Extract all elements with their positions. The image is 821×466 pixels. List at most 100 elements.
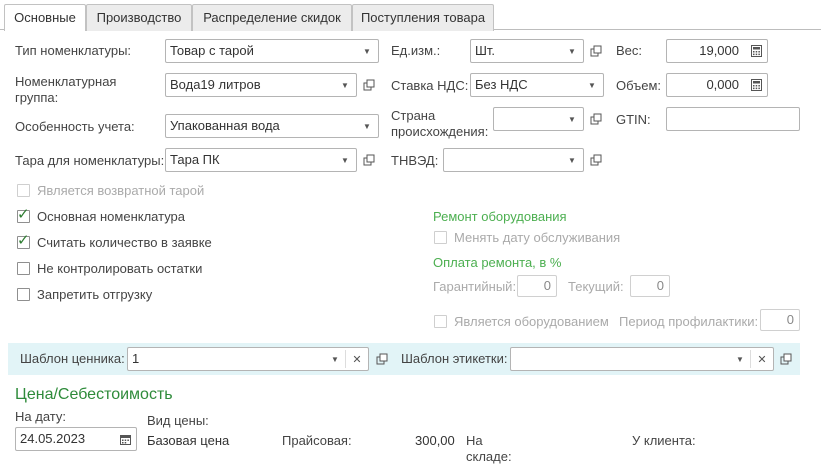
warranty-value: 0 [543,278,551,293]
chevron-down-icon[interactable]: ▼ [334,149,356,171]
price-list-value: 300,00 [415,433,455,448]
prophylaxis-value: 0 [786,312,794,327]
chevron-down-icon[interactable]: ▼ [561,40,583,62]
in-stock-label-line2: складе: [466,449,512,464]
open-icon[interactable] [776,347,796,371]
price-type-label: Вид цены: [147,413,209,428]
label-template-label: Шаблон этикетки: [401,351,508,366]
unit-select[interactable]: Шт. ▼ [470,39,584,63]
volume-label: Объем: [616,78,662,93]
current-field[interactable]: 0 [630,275,670,297]
tab-receipts[interactable]: Поступления товара [352,4,494,31]
accounting-feature-select[interactable]: Упакованная вода ▼ [165,114,379,138]
chevron-down-icon[interactable]: ▼ [334,74,356,96]
open-icon[interactable] [586,148,606,172]
tare-select[interactable]: Тара ПК ▼ [165,148,357,172]
date-field[interactable]: 24.05.2023 [15,427,137,451]
nomenclature-group-label-line1: Номенклатурная [15,74,117,89]
prophylaxis-field[interactable]: 0 [760,309,800,331]
accounting-feature-value: Упакованная вода [170,118,280,133]
price-heading: Цена/Себестоимость [15,386,173,403]
price-list-label: Прайсовая: [282,433,352,448]
tnved-select[interactable]: ▼ [443,148,584,172]
change-service-date-checkbox[interactable] [434,231,447,244]
nomenclature-type-label: Тип номенклатуры: [15,43,132,58]
client-label: У клиента: [632,433,696,448]
repair-heading: Ремонт оборудования [433,209,567,224]
no-stock-control-label: Не контролировать остатки [37,261,203,276]
is-equipment-checkbox[interactable] [434,315,447,328]
country-select[interactable]: ▼ [493,107,584,131]
repair-payment-heading: Оплата ремонта, в % [433,255,562,270]
tab-production[interactable]: Производство [86,4,192,31]
chevron-down-icon[interactable]: ▼ [356,115,378,137]
vat-label: Ставка НДС: [391,78,469,93]
price-tag-template-select[interactable]: 1 ▼ ✕ [127,347,369,371]
weight-label: Вес: [616,43,643,58]
nomenclature-type-select[interactable]: Товар с тарой ▼ [165,39,379,63]
clear-icon[interactable]: ✕ [751,348,773,370]
main-nomenclature-label: Основная номенклатура [37,209,186,224]
price-type-value: Базовая цена [147,433,230,448]
open-icon[interactable] [359,73,379,97]
change-service-date-label: Менять дату обслуживания [454,230,621,245]
nomenclature-group-select[interactable]: Вода19 литров ▼ [165,73,357,97]
price-tag-template-value: 1 [132,351,140,366]
label-template-select[interactable]: ▼ ✕ [510,347,774,371]
open-icon[interactable] [586,107,606,131]
country-label-line1: Страна [391,108,436,123]
count-in-order-label: Считать количество в заявке [37,235,212,250]
no-stock-control-checkbox[interactable] [17,262,30,275]
returnable-tare-checkbox[interactable] [17,184,30,197]
tab-main[interactable]: Основные [4,4,86,31]
open-icon[interactable] [359,148,379,172]
volume-field[interactable]: 0,000 [666,73,768,97]
current-value: 0 [656,278,664,293]
price-tag-template-label: Шаблон ценника: [20,351,125,366]
returnable-tare-label: Является возвратной тарой [37,183,205,198]
nomenclature-group-label-line2: группа: [15,90,59,105]
calendar-icon[interactable] [114,428,136,450]
open-icon[interactable] [586,39,606,63]
tab-discounts[interactable]: Распределение скидок [192,4,352,31]
country-label-line2: происхождения: [391,124,489,139]
tnved-label: ТНВЭД: [391,153,439,168]
weight-field[interactable]: 19,000 [666,39,768,63]
chevron-down-icon[interactable]: ▼ [356,40,378,62]
warranty-field[interactable]: 0 [517,275,557,297]
calculator-icon[interactable] [745,74,767,96]
gtin-field[interactable] [666,107,800,131]
vat-select[interactable]: Без НДС ▼ [470,73,604,97]
weight-value: 19,000 [699,43,739,58]
checkmark-icon: ✓ [17,206,30,223]
unit-label: Ед.изм.: [391,43,441,58]
forbid-shipment-checkbox[interactable] [17,288,30,301]
tab-bar: Основные Производство Распределение скид… [0,0,821,31]
unit-value: Шт. [475,43,496,58]
prophylaxis-label: Период профилактики: [619,314,759,329]
in-stock-label-line1: На [466,433,483,448]
tare-label: Тара для номенклатуры: [15,153,165,168]
volume-value: 0,000 [706,77,739,92]
chevron-down-icon[interactable]: ▼ [729,348,751,370]
calculator-icon[interactable] [745,40,767,62]
chevron-down-icon[interactable]: ▼ [561,149,583,171]
nomenclature-group-value: Вода19 литров [170,77,261,92]
date-value: 24.05.2023 [20,431,86,446]
clear-icon[interactable]: ✕ [346,348,368,370]
open-icon[interactable] [372,347,392,371]
tare-value: Тара ПК [170,152,220,167]
checkmark-icon: ✓ [17,232,30,249]
current-label: Текущий: [568,279,624,294]
warranty-label: Гарантийный: [433,279,517,294]
chevron-down-icon[interactable]: ▼ [581,74,603,96]
chevron-down-icon[interactable]: ▼ [324,348,346,370]
nomenclature-type-value: Товар с тарой [170,43,254,58]
gtin-label: GTIN: [616,112,651,127]
vat-value: Без НДС [475,77,528,92]
accounting-feature-label: Особенность учета: [15,119,135,134]
chevron-down-icon[interactable]: ▼ [561,108,583,130]
is-equipment-label: Является оборудованием [454,314,609,329]
date-label: На дату: [15,409,66,424]
forbid-shipment-label: Запретить отгрузку [37,287,153,302]
